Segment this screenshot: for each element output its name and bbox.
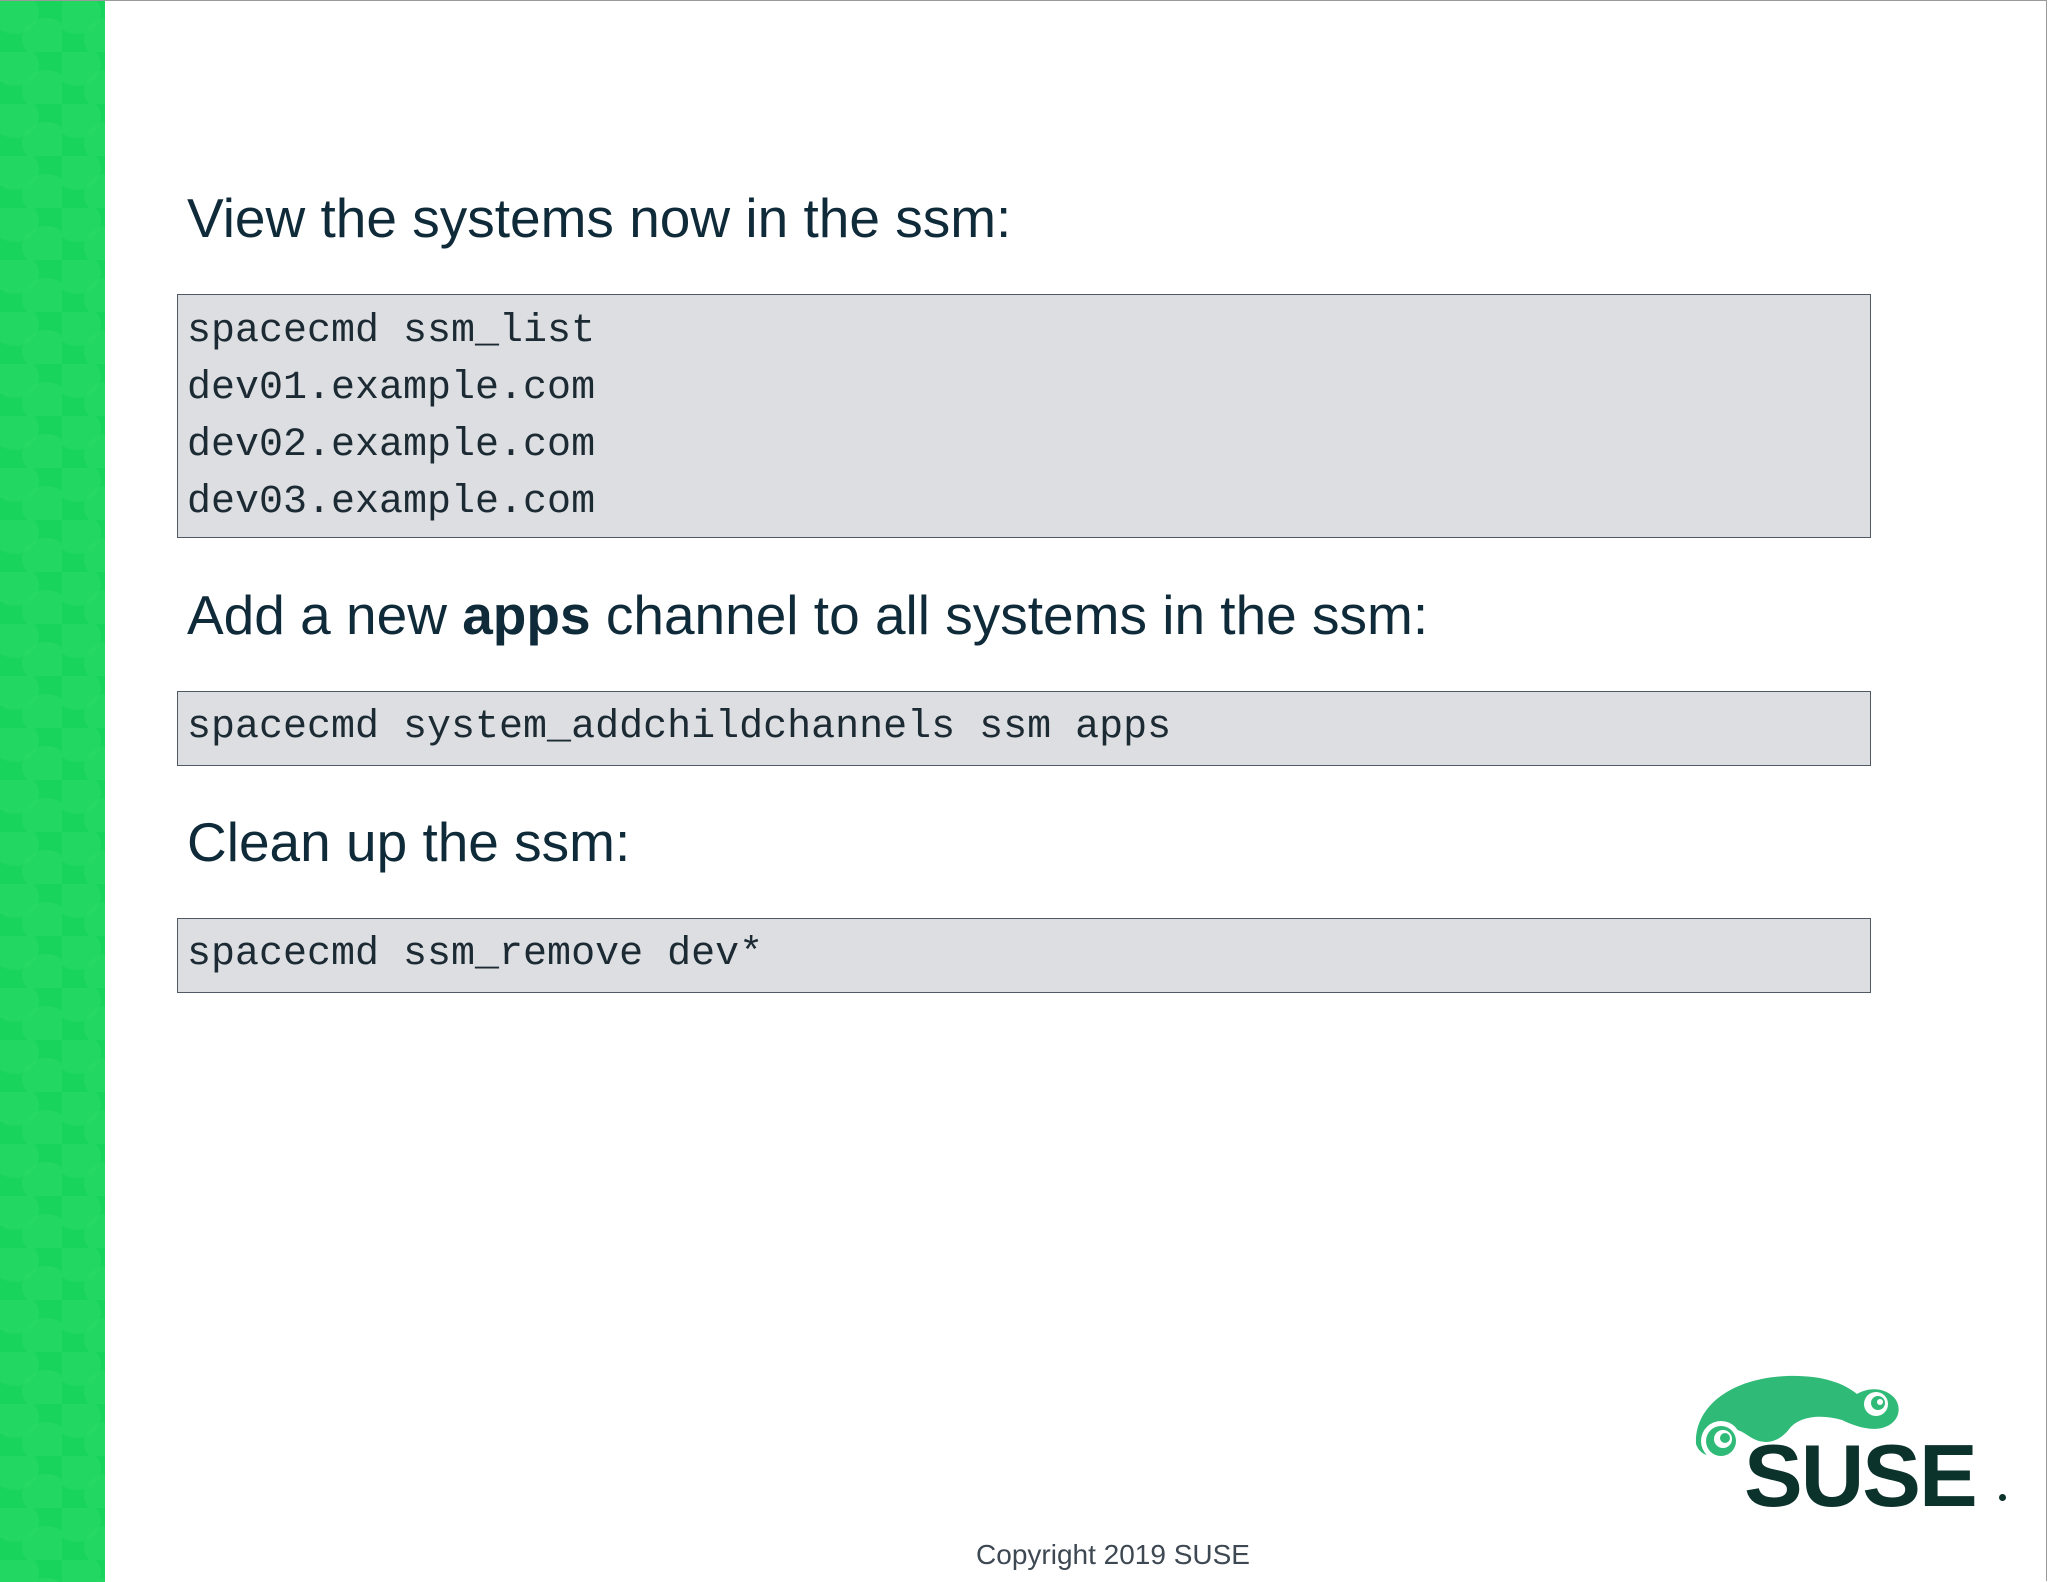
heading-text: Add a new	[187, 584, 463, 646]
code-block-ssm-list: spacecmd ssm_list dev01.example.com dev0…	[177, 294, 1871, 538]
heading-clean-up: Clean up the ssm:	[187, 811, 631, 873]
code-line: spacecmd ssm_list	[187, 309, 596, 354]
logo-wordmark: SUSE	[1744, 1426, 1978, 1525]
suse-logo: SUSE	[1692, 1366, 2012, 1526]
decorative-side-band	[0, 0, 105, 1582]
heading-view-systems: View the systems now in the ssm:	[187, 187, 1012, 249]
code-line: spacecmd ssm_remove dev*	[187, 932, 764, 977]
footer-copyright: Copyright 2019 SUSE	[976, 1539, 1250, 1570]
code-line: spacecmd system_addchildchannels ssm app…	[187, 705, 1172, 750]
code-block-ssm-remove: spacecmd ssm_remove dev*	[177, 918, 1871, 993]
code-line: dev03.example.com	[187, 480, 596, 525]
heading-add-channel: Add a new apps channel to all systems in…	[187, 583, 1428, 647]
heading-text: channel to all systems in the ssm:	[590, 584, 1429, 646]
heading-bold-text: apps	[462, 584, 591, 646]
code-block-add-channel: spacecmd system_addchildchannels ssm app…	[177, 691, 1871, 766]
bubble-pattern	[0, 0, 105, 1582]
code-line: dev01.example.com	[187, 366, 596, 411]
registered-mark	[1999, 1494, 2006, 1501]
code-line: dev02.example.com	[187, 423, 596, 468]
